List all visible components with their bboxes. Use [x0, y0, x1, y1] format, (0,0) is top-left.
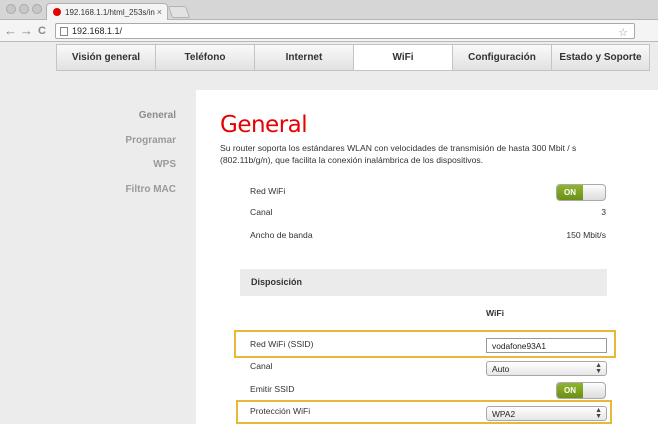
window-minimize-dot[interactable] [19, 4, 29, 14]
ancho-banda-value: 150 Mbit/s [566, 230, 606, 240]
emitir-ssid-toggle[interactable]: ON [556, 382, 606, 399]
canal-select-label: Canal [250, 361, 273, 371]
canal-select-value: Auto [492, 364, 510, 374]
browser-tab-title: 192.168.1.1/html_253s/in [65, 8, 155, 17]
emitir-ssid-toggle-label: ON [557, 383, 583, 398]
canal-select[interactable]: Auto ▲ ▼ [486, 361, 607, 376]
reload-icon[interactable]: C [38, 23, 46, 39]
forward-arrow-icon[interactable]: → [20, 23, 33, 39]
emitir-ssid-label: Emitir SSID [250, 384, 295, 394]
sidebar: General Programar WPS Filtro MAC [60, 110, 176, 208]
red-wifi-toggle-label: ON [557, 185, 583, 200]
canal-label: Canal [250, 207, 273, 217]
tab-close-icon[interactable]: × [157, 7, 162, 17]
ancho-banda-row: Ancho de banda 150 Mbit/s [250, 228, 606, 244]
canal-value: 3 [601, 207, 606, 217]
tab-telefono[interactable]: Teléfono [155, 44, 254, 71]
page-description: Su router soporta los estándares WLAN co… [220, 143, 577, 165]
red-wifi-toggle[interactable]: ON [556, 184, 606, 201]
sidebar-item-wps[interactable]: WPS [60, 159, 176, 184]
tab-wifi[interactable]: WiFi [353, 44, 452, 71]
tab-vision-general[interactable]: Visión general [56, 44, 155, 71]
window-close-dot[interactable] [6, 4, 16, 14]
sidebar-item-filtro-mac[interactable]: Filtro MAC [60, 184, 176, 209]
ssid-highlight-box [234, 330, 616, 358]
select-arrows-icon: ▲ ▼ [595, 362, 602, 375]
sidebar-item-general[interactable]: General [60, 110, 176, 135]
new-tab-button[interactable] [167, 6, 191, 18]
router-top-nav: Visión general Teléfono Internet WiFi Co… [56, 44, 650, 71]
page-title: General [220, 112, 308, 138]
url-input[interactable]: 192.168.1.1/ ☆ [55, 23, 635, 39]
content-panel: General Su router soporta los estándares… [196, 90, 658, 424]
address-toolbar: ← → C 192.168.1.1/ ☆ [0, 20, 658, 42]
page-icon [60, 27, 68, 36]
ancho-banda-label: Ancho de banda [250, 230, 313, 240]
window-zoom-dot[interactable] [32, 4, 42, 14]
browser-tab[interactable]: 192.168.1.1/html_253s/in × [46, 3, 168, 21]
bookmark-star-icon[interactable]: ☆ [618, 26, 628, 39]
vodafone-favicon-icon [53, 8, 61, 16]
section-disposicion: Disposición [240, 269, 607, 296]
emitir-ssid-row: Emitir SSID ON [250, 382, 606, 399]
red-wifi-row: Red WiFi ON [250, 184, 606, 201]
browser-tab-strip: 192.168.1.1/html_253s/in × [0, 0, 658, 21]
tab-configuracion[interactable]: Configuración [452, 44, 551, 71]
red-wifi-label: Red WiFi [250, 186, 286, 196]
proteccion-highlight-box [236, 400, 612, 424]
tab-estado-soporte[interactable]: Estado y Soporte [551, 44, 650, 71]
tab-internet[interactable]: Internet [254, 44, 353, 71]
column-header-wifi: WiFi [486, 308, 505, 318]
url-text: 192.168.1.1/ [72, 26, 123, 36]
canal-row: Canal 3 [250, 205, 606, 221]
sidebar-item-programar[interactable]: Programar [60, 135, 176, 160]
back-arrow-icon[interactable]: ← [4, 23, 17, 39]
